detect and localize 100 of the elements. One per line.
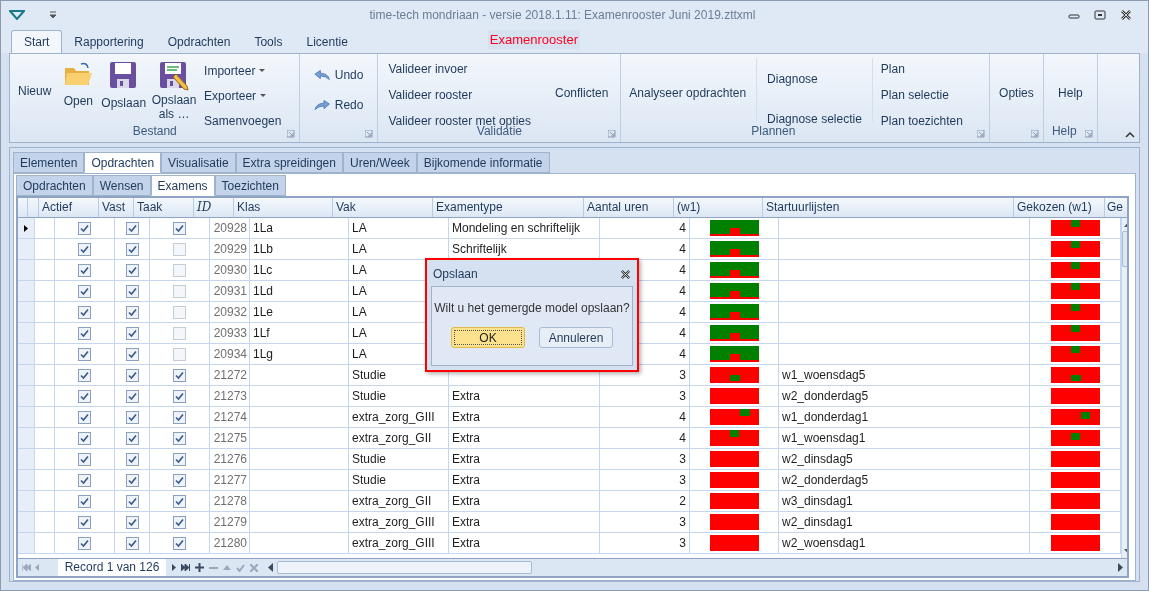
sub-tab[interactable]: Opdrachten (16, 175, 93, 196)
plan-button[interactable]: Plan selectie (876, 84, 967, 106)
column-header[interactable]: Gekozen (w1) (1014, 198, 1105, 217)
ribbon-tab[interactable]: Opdrachten (155, 30, 243, 53)
view-tab[interactable]: Bijkomende informatie (416, 152, 550, 173)
checkbox[interactable] (173, 536, 186, 550)
column-header[interactable]: Examentype (433, 198, 584, 217)
add-icon[interactable] (195, 563, 204, 572)
checkbox[interactable] (78, 515, 91, 529)
maximize-icon[interactable] (1094, 9, 1106, 21)
plan-button[interactable]: Plan toezichten (876, 110, 967, 132)
column-header[interactable]: Actief (39, 198, 99, 217)
plan-button[interactable]: Plan (876, 58, 967, 80)
ribbon-tab[interactable]: Start (11, 30, 63, 53)
checkbox[interactable] (173, 452, 186, 466)
scroll-right-icon[interactable] (1118, 563, 1123, 572)
close-icon[interactable] (620, 268, 631, 280)
checkbox[interactable] (125, 242, 139, 256)
sub-tab[interactable]: Examens (150, 175, 215, 196)
analyse-button[interactable]: Analyseer opdrachten (625, 82, 751, 104)
save-as-button[interactable]: Opslaan als … (150, 60, 199, 121)
new-button[interactable]: Nieuw (10, 82, 60, 100)
view-tab[interactable]: Elementen (13, 152, 85, 173)
view-tab[interactable]: Visualisatie (161, 152, 236, 173)
checkbox[interactable] (125, 221, 139, 235)
checkbox[interactable] (125, 389, 139, 403)
view-tab[interactable]: Opdrachten (84, 152, 162, 173)
checkbox[interactable] (78, 452, 91, 466)
checkbox[interactable] (173, 389, 186, 403)
save-button[interactable]: Opslaan (97, 60, 151, 112)
ribbon-tab[interactable]: Rapportering (62, 30, 156, 53)
checkbox[interactable] (78, 494, 91, 508)
column-header[interactable]: Ge (1105, 198, 1127, 217)
column-header[interactable]: (w1) (674, 198, 763, 217)
checkbox[interactable] (78, 263, 91, 277)
checkbox[interactable] (173, 242, 186, 256)
next-record-icon[interactable] (172, 564, 176, 571)
column-header[interactable]: Vast (99, 198, 134, 217)
quick-access-caret-icon[interactable] (49, 11, 57, 19)
checkbox[interactable] (173, 284, 186, 298)
checkbox[interactable] (173, 221, 186, 235)
options-button[interactable]: Opties (995, 82, 1038, 104)
logo-icon[interactable] (9, 10, 25, 20)
checkbox[interactable] (125, 263, 139, 277)
checkbox[interactable] (78, 305, 91, 319)
column-header[interactable]: Startuurlijsten (763, 198, 1014, 217)
checkbox[interactable] (125, 452, 139, 466)
dialog-button[interactable]: Annuleren (539, 327, 613, 348)
column-header[interactable]: ID (194, 198, 234, 217)
checkbox[interactable] (125, 347, 139, 361)
merge-button[interactable]: Samenvoegen (200, 110, 286, 132)
checkbox[interactable] (173, 473, 186, 487)
collapse-ribbon-icon[interactable] (1125, 131, 1135, 138)
dropdown-button[interactable]: Exporteer (200, 85, 286, 107)
checkbox[interactable] (173, 263, 186, 277)
redo-button[interactable]: Redo (310, 94, 368, 116)
checkbox[interactable] (78, 410, 91, 424)
checkbox[interactable] (125, 368, 139, 382)
checkmark-icon[interactable] (236, 563, 245, 572)
checkbox[interactable] (78, 473, 91, 487)
checkbox[interactable] (125, 494, 139, 508)
help-button[interactable]: Help (1054, 82, 1087, 104)
open-button[interactable]: Open (59, 60, 98, 110)
close-icon[interactable] (1120, 9, 1132, 21)
column-header[interactable]: Taak (134, 198, 194, 217)
column-header[interactable]: Klas (234, 198, 333, 217)
checkbox[interactable] (125, 305, 139, 319)
checkbox[interactable] (125, 431, 139, 445)
checkbox[interactable] (78, 326, 91, 340)
checkbox[interactable] (78, 221, 91, 235)
sub-tab[interactable]: Toezichten (214, 175, 286, 196)
validate-button[interactable]: Valideer rooster (384, 84, 535, 106)
checkbox[interactable] (78, 368, 91, 382)
checkbox[interactable] (78, 536, 91, 550)
checkbox[interactable] (125, 410, 139, 424)
checkbox[interactable] (173, 431, 186, 445)
checkbox[interactable] (173, 305, 186, 319)
checkbox[interactable] (125, 536, 139, 550)
checkbox[interactable] (125, 326, 139, 340)
checkbox[interactable] (173, 515, 186, 529)
view-tab[interactable]: Uren/Week (342, 152, 417, 173)
scroll-left-icon[interactable] (268, 563, 273, 572)
ribbon-tab[interactable]: Licentie (294, 30, 360, 53)
checkbox[interactable] (78, 431, 91, 445)
conflicts-button[interactable]: Conflicten (550, 82, 613, 104)
checkbox[interactable] (173, 410, 186, 424)
checkbox[interactable] (78, 347, 91, 361)
ribbon-tab[interactable]: Tools (242, 30, 295, 53)
checkbox[interactable] (173, 347, 186, 361)
checkbox[interactable] (173, 368, 186, 382)
dropdown-button[interactable]: Importeer (200, 60, 286, 82)
undo-button[interactable]: Undo (310, 64, 368, 86)
dialog-button[interactable]: OK (451, 327, 525, 348)
checkbox[interactable] (78, 389, 91, 403)
diagnose-button[interactable]: Diagnose (763, 68, 866, 90)
checkbox[interactable] (78, 284, 91, 298)
checkbox[interactable] (125, 473, 139, 487)
checkbox[interactable] (125, 284, 139, 298)
last-record-icon[interactable] (181, 564, 190, 571)
checkbox[interactable] (173, 494, 186, 508)
